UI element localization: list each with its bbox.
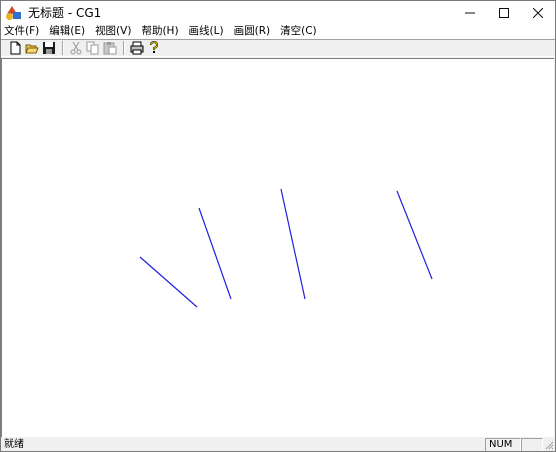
num-lock-indicator: NUM bbox=[489, 439, 513, 450]
drawing-surface bbox=[139, 188, 433, 308]
drawn-line bbox=[139, 256, 198, 308]
drawn-line bbox=[280, 188, 306, 300]
toolbar bbox=[1, 39, 555, 57]
menu-bar: 文件(F) 编辑(E) 视图(V) 帮助(H) 画线(L) 画圆(R) 清空(C… bbox=[1, 23, 555, 39]
cut-button[interactable] bbox=[68, 40, 84, 56]
cut-icon bbox=[70, 41, 82, 55]
drawing-canvas[interactable] bbox=[1, 58, 554, 437]
toolbar-separator bbox=[62, 41, 64, 55]
open-folder-icon bbox=[25, 44, 39, 54]
save-file-button[interactable] bbox=[41, 40, 57, 56]
app-icon[interactable] bbox=[6, 5, 22, 21]
help-button[interactable] bbox=[146, 40, 162, 56]
close-icon bbox=[533, 7, 543, 18]
maximize-button[interactable] bbox=[487, 1, 521, 24]
menu-help[interactable]: 帮助(H) bbox=[136, 23, 183, 39]
window-title: 无标题 - CG1 bbox=[28, 6, 102, 20]
menu-file[interactable]: 文件(F) bbox=[1, 23, 44, 39]
title-bar[interactable]: 无标题 - CG1 bbox=[1, 1, 555, 24]
paste-button[interactable] bbox=[102, 40, 118, 56]
minimize-button[interactable] bbox=[453, 1, 487, 24]
copy-button[interactable] bbox=[85, 40, 101, 56]
resize-grip-icon[interactable] bbox=[544, 440, 554, 450]
minimize-icon bbox=[465, 12, 475, 13]
print-button[interactable] bbox=[129, 40, 145, 56]
drawn-line bbox=[198, 207, 232, 300]
status-bar: 就绪 NUM bbox=[1, 438, 555, 451]
print-icon bbox=[130, 41, 144, 55]
close-button[interactable] bbox=[521, 1, 555, 24]
toolbar-separator bbox=[123, 41, 125, 55]
copy-icon bbox=[86, 41, 99, 55]
open-file-button[interactable] bbox=[24, 40, 40, 56]
save-icon bbox=[43, 42, 55, 54]
menu-view[interactable]: 视图(V) bbox=[90, 23, 136, 39]
status-text: 就绪 bbox=[4, 439, 24, 450]
menu-draw-line[interactable]: 画线(L) bbox=[184, 23, 229, 39]
drawn-line bbox=[396, 190, 433, 280]
window-controls bbox=[453, 1, 555, 24]
menu-edit[interactable]: 编辑(E) bbox=[44, 23, 90, 39]
paste-icon bbox=[103, 42, 117, 55]
status-pane-empty bbox=[521, 438, 543, 451]
menu-draw-circle[interactable]: 画圆(R) bbox=[229, 23, 276, 39]
new-file-button[interactable] bbox=[7, 40, 23, 56]
maximize-icon bbox=[499, 7, 509, 18]
new-file-icon bbox=[10, 41, 21, 55]
menu-clear[interactable]: 清空(C) bbox=[275, 23, 322, 39]
application-window: 无标题 - CG1 文件(F) 编辑(E) 视图(V) 帮助(H) 画线(L) … bbox=[0, 0, 556, 452]
help-icon bbox=[150, 41, 159, 53]
